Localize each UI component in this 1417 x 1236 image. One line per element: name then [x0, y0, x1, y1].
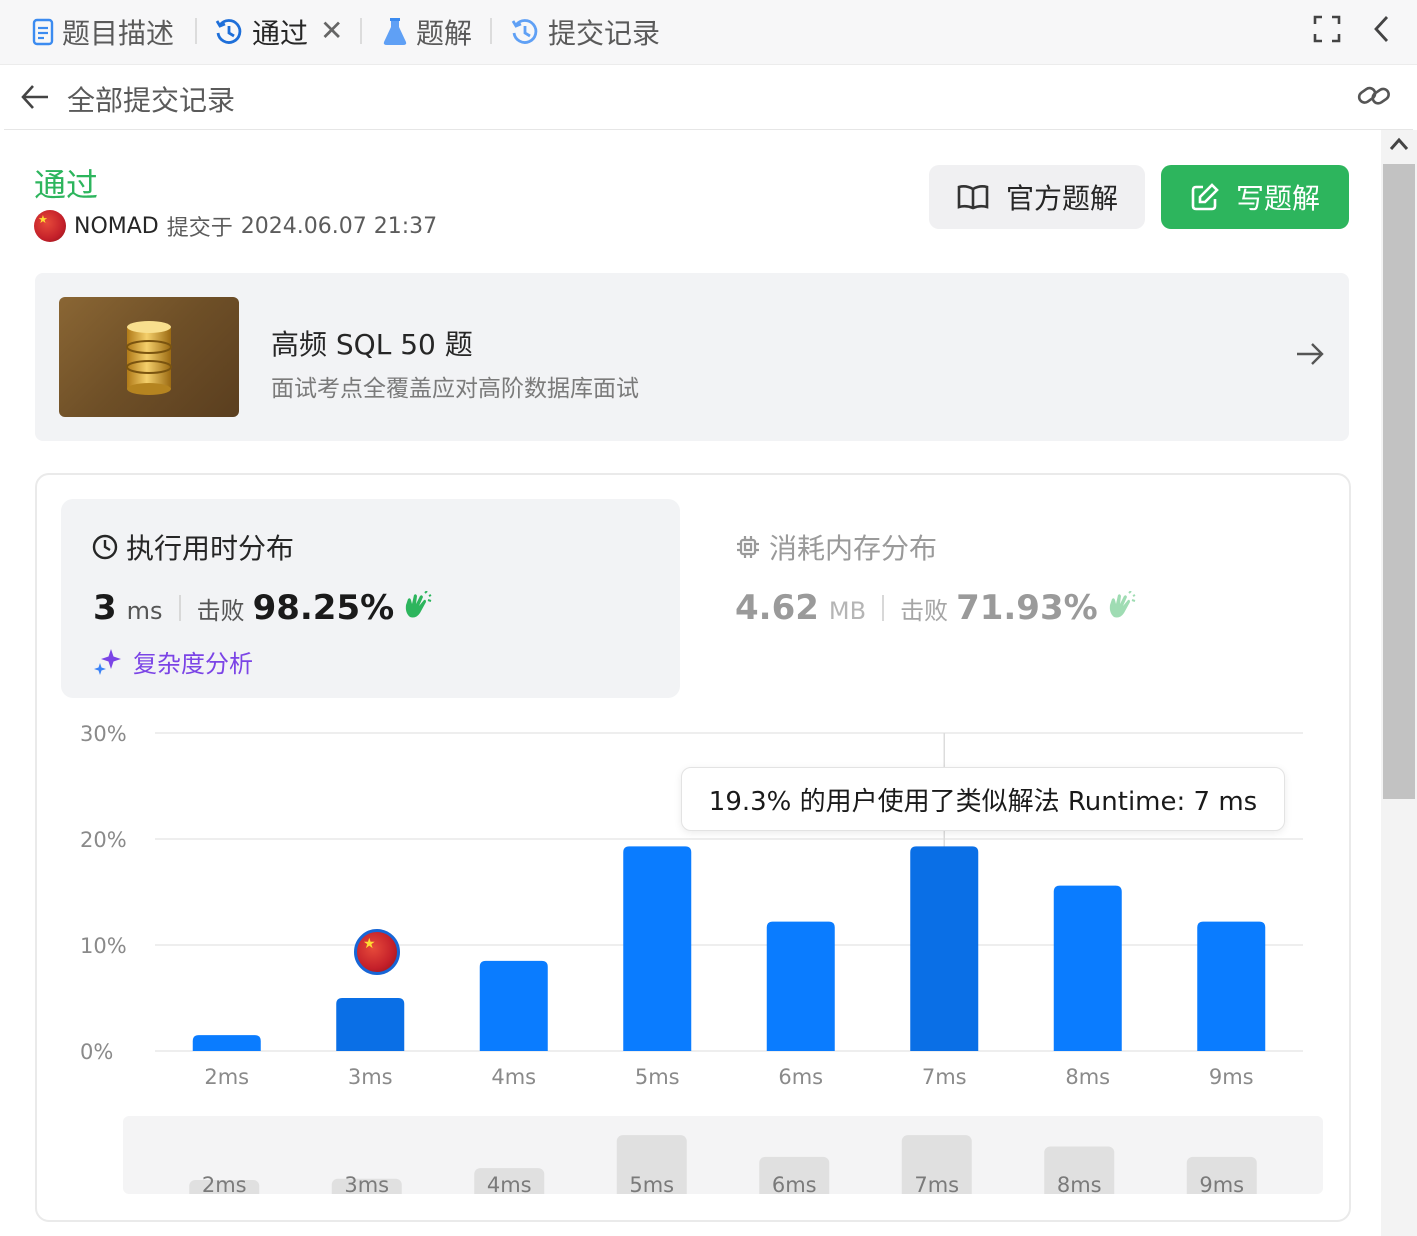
- tab-solutions[interactable]: 题解: [382, 0, 472, 64]
- official-solution-button[interactable]: 官方题解: [929, 165, 1145, 229]
- overview-label: 6ms: [772, 1173, 817, 1194]
- overview-label: 2ms: [202, 1173, 247, 1194]
- divider: [195, 18, 197, 44]
- divider: [490, 18, 492, 44]
- memory-beat-value: 71.93%: [956, 588, 1098, 628]
- submission-time: 2024.06.07 21:37: [240, 213, 438, 239]
- edit-icon: [1191, 183, 1219, 211]
- x-tick-label: 4ms: [491, 1065, 536, 1089]
- runtime-beat-value: 98.25%: [252, 588, 395, 628]
- runtime-unit: ms: [126, 597, 163, 625]
- complexity-label: 复杂度分析: [133, 650, 253, 678]
- x-tick-label: 7ms: [922, 1065, 967, 1089]
- runtime-heading: 执行用时分布: [92, 527, 294, 567]
- fullscreen-icon[interactable]: [1312, 14, 1342, 48]
- overview-label: 4ms: [487, 1173, 532, 1194]
- runtime-metric: 3 ms 击败 98.25%: [93, 588, 432, 628]
- tab-label: 提交记录: [548, 17, 661, 50]
- submitter-info: ★ NOMAD 提交于 2024.06.07 21:37: [34, 208, 437, 244]
- y-tick-label: 30%: [80, 722, 127, 746]
- x-tick-label: 5ms: [635, 1065, 680, 1089]
- tab-submissions[interactable]: 提交记录: [510, 0, 660, 64]
- overview-label: 9ms: [1199, 1173, 1244, 1194]
- sparkle-icon: [94, 648, 121, 675]
- clap-icon: [1106, 590, 1136, 623]
- scroll-up-icon[interactable]: [1389, 136, 1409, 155]
- runtime-heading-label: 执行用时分布: [126, 532, 295, 565]
- history-icon: [214, 17, 244, 47]
- submitted-label: 提交于: [166, 216, 233, 241]
- y-tick-label: 0%: [80, 1040, 113, 1064]
- bar-6ms[interactable]: [766, 921, 835, 1051]
- tab-bar: 题目描述 通过 ✕ 题解 提交记录: [0, 0, 1417, 65]
- memory-beat-label: 击败: [900, 597, 949, 625]
- write-solution-button[interactable]: 写题解: [1161, 165, 1349, 229]
- username[interactable]: NOMAD: [74, 214, 159, 239]
- back-arrow-icon[interactable]: [20, 83, 50, 115]
- book-icon: [957, 185, 989, 210]
- runtime-beat-label: 击败: [196, 597, 245, 625]
- tab-label: 题解: [416, 17, 473, 50]
- close-icon[interactable]: ✕: [320, 14, 343, 47]
- bar-8ms[interactable]: [1053, 885, 1122, 1051]
- bar-4ms[interactable]: [479, 960, 548, 1051]
- submission-header: 全部提交记录: [4, 65, 1413, 130]
- bar-2ms[interactable]: [192, 1035, 261, 1051]
- tab-description[interactable]: 题目描述: [32, 0, 174, 64]
- tab-label: 通过: [252, 17, 309, 50]
- tab-accepted[interactable]: 通过: [214, 0, 308, 64]
- memory-unit: MB: [828, 597, 867, 625]
- tab-label: 题目描述: [62, 17, 175, 50]
- scrollbar[interactable]: [1381, 130, 1417, 1236]
- chevron-left-icon[interactable]: [1370, 14, 1394, 48]
- complexity-analysis-link[interactable]: 复杂度分析: [93, 644, 253, 679]
- y-tick-label: 10%: [80, 934, 127, 958]
- link-icon[interactable]: [1357, 81, 1391, 115]
- bar-5ms[interactable]: [623, 846, 692, 1051]
- x-tick-label: 3ms: [348, 1065, 393, 1089]
- memory-metric: 4.62 MB 击败 71.93%: [735, 588, 1136, 628]
- avatar[interactable]: ★: [34, 210, 66, 242]
- page-title: 全部提交记录: [67, 84, 236, 117]
- x-tick-label: 6ms: [778, 1065, 823, 1089]
- memory-heading-label: 消耗内存分布: [769, 532, 938, 565]
- chart-overview-slider[interactable]: 2ms 3ms 4ms 5ms 6ms 7ms 8ms 9ms: [123, 1116, 1323, 1194]
- bar-9ms[interactable]: [1197, 921, 1266, 1051]
- database-icon: [59, 297, 239, 417]
- bar-3ms[interactable]: [336, 998, 405, 1051]
- history-icon: [510, 17, 540, 47]
- y-tick-label: 20%: [80, 828, 127, 852]
- submission-status: 通过: [34, 166, 99, 204]
- bar-7ms[interactable]: [910, 846, 979, 1051]
- chart-tooltip: 19.3% 的用户使用了类似解法 Runtime: 7 ms: [681, 767, 1285, 831]
- runtime-value: 3: [93, 588, 117, 628]
- flask-icon: [382, 17, 408, 47]
- arrow-right-icon: [1295, 341, 1325, 371]
- write-solution-label: 写题解: [1235, 182, 1320, 215]
- clock-icon: [92, 534, 118, 560]
- chip-icon: [737, 536, 759, 558]
- my-submission-avatar: ★: [354, 929, 400, 975]
- official-solution-label: 官方题解: [1005, 182, 1118, 215]
- overview-label: 5ms: [629, 1173, 674, 1194]
- scrollbar-thumb[interactable]: [1383, 164, 1415, 799]
- x-tick-label: 2ms: [204, 1065, 249, 1089]
- overview-label: 7ms: [914, 1173, 959, 1194]
- document-icon: [32, 18, 54, 46]
- divider: [360, 18, 362, 44]
- overview-label: 3ms: [344, 1173, 389, 1194]
- clap-icon: [402, 590, 432, 623]
- memory-heading[interactable]: 消耗内存分布: [735, 527, 937, 567]
- x-tick-label: 9ms: [1209, 1065, 1254, 1089]
- plan-subtitle: 面试考点全覆盖应对高阶数据库面试: [271, 376, 639, 402]
- divider: [178, 595, 181, 621]
- memory-value: 4.62: [735, 588, 819, 628]
- divider: [882, 595, 885, 621]
- study-plan-card[interactable]: 高频 SQL 50 题 面试考点全覆盖应对高阶数据库面试: [35, 273, 1349, 441]
- plan-title: 高频 SQL 50 题: [271, 328, 473, 361]
- x-tick-label: 8ms: [1065, 1065, 1110, 1089]
- overview-label: 8ms: [1057, 1173, 1102, 1194]
